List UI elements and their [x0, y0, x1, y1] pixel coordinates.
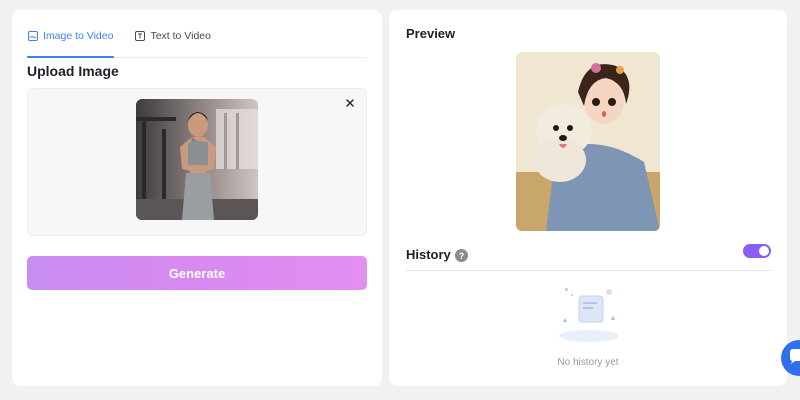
right-panel: Preview History ? No history yet	[389, 10, 787, 386]
tab-text-to-video[interactable]: Text to Video	[134, 26, 212, 46]
tab-image-to-video[interactable]: Image to Video	[27, 26, 115, 58]
preview-title: Preview	[406, 26, 456, 41]
preview-image	[516, 52, 660, 231]
upload-dropzone[interactable]	[27, 88, 367, 236]
history-header: History ?	[406, 243, 771, 271]
tab-label: Text to Video	[150, 30, 211, 42]
uploaded-image-thumbnail	[136, 99, 258, 220]
left-panel: Image to Video Text to Video Upload Imag…	[12, 10, 382, 386]
empty-history-text: No history yet	[557, 357, 619, 368]
history-title: History	[406, 247, 451, 262]
chat-icon	[790, 349, 800, 364]
generate-button[interactable]: Generate	[27, 256, 367, 290]
tab-label: Image to Video	[43, 30, 114, 42]
text-icon	[135, 31, 146, 41]
upload-title: Upload Image	[27, 63, 119, 79]
toggle-knob	[759, 246, 769, 256]
close-icon[interactable]	[344, 97, 356, 109]
empty-history-illustration-icon	[559, 288, 619, 342]
help-icon[interactable]: ?	[455, 249, 468, 262]
image-icon	[28, 31, 38, 41]
chat-support-button[interactable]	[781, 340, 800, 376]
history-toggle[interactable]	[743, 244, 771, 258]
mode-tabs: Image to Video Text to Video	[27, 26, 367, 58]
